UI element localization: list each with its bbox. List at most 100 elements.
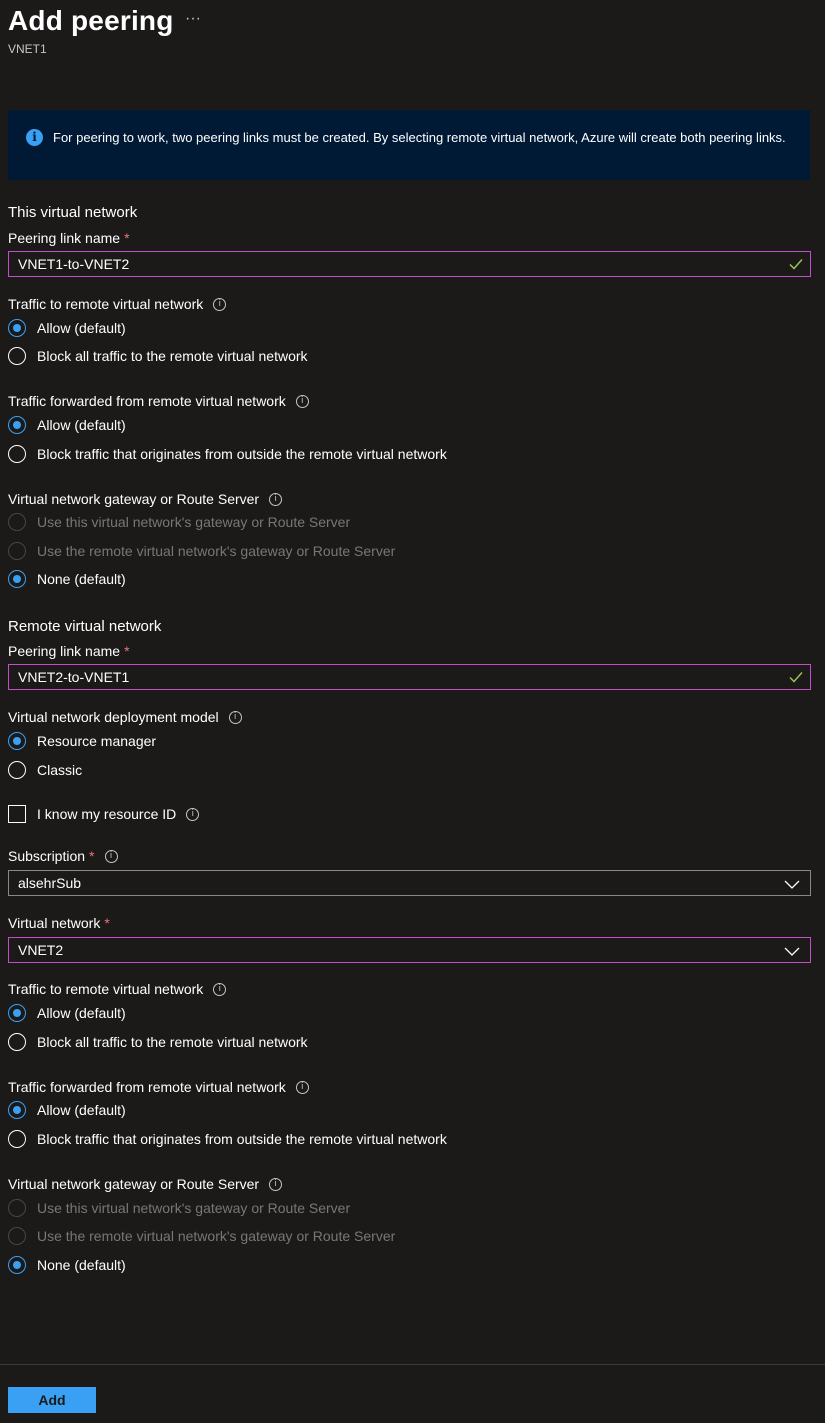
radio-label: Block all traffic to the remote virtual … [37, 1034, 308, 1050]
radio-disabled-icon [8, 1199, 26, 1217]
vnet-label: Virtual network * [8, 915, 110, 931]
subscription-label-text: Subscription [8, 848, 86, 864]
info-tooltip-icon[interactable]: i [228, 710, 242, 724]
checkmark-icon [789, 670, 803, 689]
section-heading-local: This virtual network [8, 204, 138, 221]
vnet-label-text: Virtual network [8, 915, 101, 931]
required-marker: * [104, 915, 110, 931]
remote-traffic-label: Traffic to remote virtual network i [8, 981, 227, 997]
local-gateway-label-text: Virtual network gateway or Route Server [8, 491, 260, 507]
info-text: For peering to work, two peering links m… [53, 130, 786, 145]
remote-forwarded-allow-radio[interactable]: Allow (default) [8, 1099, 126, 1121]
remote-model-classic-radio[interactable]: Classic [8, 759, 82, 781]
radio-label: Use the remote virtual network's gateway… [37, 1228, 396, 1244]
local-peering-value: VNET1-to-VNET2 [18, 256, 130, 272]
remote-traffic-allow-radio[interactable]: Allow (default) [8, 1002, 126, 1024]
vnet-dropdown[interactable]: VNET2 [8, 937, 811, 963]
local-peering-label-text: Peering link name [8, 230, 121, 246]
radio-label: None (default) [37, 571, 126, 587]
radio-label: None (default) [37, 1257, 126, 1273]
radio-label: Allow (default) [37, 320, 126, 336]
radio-label: Allow (default) [37, 417, 126, 433]
local-traffic-label-text: Traffic to remote virtual network [8, 296, 204, 312]
radio-label: Allow (default) [37, 1102, 126, 1118]
radio-selected-icon[interactable] [8, 1101, 26, 1119]
subscription-dropdown[interactable]: alsehrSub [8, 870, 811, 896]
radio-selected-icon[interactable] [8, 732, 26, 750]
footer-divider [0, 1364, 825, 1365]
remote-peering-input[interactable]: VNET2-to-VNET1 [8, 664, 811, 690]
local-peering-input[interactable]: VNET1-to-VNET2 [8, 251, 811, 277]
remote-gateway-label: Virtual network gateway or Route Server i [8, 1176, 283, 1192]
vnet-value: VNET2 [18, 942, 64, 958]
remote-model-label-text: Virtual network deployment model [8, 709, 219, 725]
page-subtitle: VNET1 [8, 42, 47, 56]
local-gateway-label: Virtual network gateway or Route Server i [8, 491, 283, 507]
chevron-down-icon[interactable] [784, 877, 800, 895]
radio-unselected-icon[interactable] [8, 445, 26, 463]
radio-disabled-icon [8, 513, 26, 531]
radio-label: Classic [37, 762, 83, 778]
local-forwarded-block-radio[interactable]: Block traffic that originates from outsi… [8, 443, 447, 465]
radio-selected-icon[interactable] [8, 1256, 26, 1274]
radio-selected-icon[interactable] [8, 1004, 26, 1022]
local-gateway-use-remote-radio: Use the remote virtual network's gateway… [8, 540, 395, 562]
page-title: Add peering [8, 5, 174, 36]
info-tooltip-icon[interactable]: i [295, 394, 309, 408]
local-gateway-none-radio[interactable]: None (default) [8, 568, 126, 590]
info-tooltip-icon[interactable]: i [269, 1177, 283, 1191]
info-tooltip-icon[interactable]: i [213, 982, 227, 996]
required-marker: * [89, 848, 95, 864]
remote-gateway-use-remote-radio: Use the remote virtual network's gateway… [8, 1225, 395, 1247]
remote-traffic-block-radio[interactable]: Block all traffic to the remote virtual … [8, 1031, 308, 1053]
subscription-value: alsehrSub [18, 875, 82, 891]
radio-disabled-icon [8, 542, 26, 560]
info-tooltip-icon[interactable]: i [104, 849, 118, 863]
checkbox-icon[interactable] [8, 805, 26, 823]
required-marker: * [124, 230, 130, 246]
info-tooltip-icon[interactable]: i [295, 1080, 309, 1094]
radio-unselected-icon[interactable] [8, 347, 26, 365]
ellipsis-icon[interactable]: ··· [185, 10, 201, 28]
radio-label: Allow (default) [37, 1005, 126, 1021]
remote-peering-label: Peering link name * [8, 643, 130, 659]
radio-unselected-icon[interactable] [8, 1130, 26, 1148]
resource-id-checkbox[interactable]: I know my resource ID i [8, 803, 200, 825]
info-tooltip-icon[interactable]: i [186, 807, 200, 821]
radio-label: Block traffic that originates from outsi… [37, 1131, 447, 1147]
required-marker: * [124, 643, 130, 659]
radio-selected-icon[interactable] [8, 416, 26, 434]
radio-label: Use this virtual network's gateway or Ro… [37, 1200, 351, 1216]
remote-peering-value: VNET2-to-VNET1 [18, 669, 130, 685]
local-forwarded-allow-radio[interactable]: Allow (default) [8, 414, 126, 436]
chevron-down-icon[interactable] [784, 944, 800, 962]
remote-forwarded-label-text: Traffic forwarded from remote virtual ne… [8, 1079, 286, 1095]
remote-forwarded-label: Traffic forwarded from remote virtual ne… [8, 1079, 309, 1095]
info-icon: i [26, 129, 43, 146]
remote-model-label: Virtual network deployment model i [8, 709, 242, 725]
remote-peering-label-text: Peering link name [8, 643, 121, 659]
local-traffic-label: Traffic to remote virtual network i [8, 296, 227, 312]
radio-unselected-icon[interactable] [8, 761, 26, 779]
radio-label: Use this virtual network's gateway or Ro… [37, 514, 351, 530]
radio-unselected-icon[interactable] [8, 1033, 26, 1051]
radio-selected-icon[interactable] [8, 570, 26, 588]
subscription-label: Subscription * i [8, 848, 118, 864]
radio-disabled-icon [8, 1227, 26, 1245]
local-peering-label: Peering link name * [8, 230, 130, 246]
local-traffic-allow-radio[interactable]: Allow (default) [8, 317, 126, 339]
info-tooltip-icon[interactable]: i [213, 297, 227, 311]
local-forwarded-label-text: Traffic forwarded from remote virtual ne… [8, 393, 286, 409]
remote-gateway-use-this-radio: Use this virtual network's gateway or Ro… [8, 1197, 350, 1219]
add-button[interactable]: Add [8, 1387, 96, 1413]
radio-label: Use the remote virtual network's gateway… [37, 543, 396, 559]
remote-model-rm-radio[interactable]: Resource manager [8, 730, 156, 752]
local-gateway-use-this-radio: Use this virtual network's gateway or Ro… [8, 511, 350, 533]
local-traffic-block-radio[interactable]: Block all traffic to the remote virtual … [8, 345, 308, 367]
remote-forwarded-block-radio[interactable]: Block traffic that originates from outsi… [8, 1128, 447, 1150]
remote-gateway-none-radio[interactable]: None (default) [8, 1254, 126, 1276]
radio-label: Block all traffic to the remote virtual … [37, 348, 308, 364]
radio-selected-icon[interactable] [8, 319, 26, 337]
checkmark-icon [789, 257, 803, 276]
info-tooltip-icon[interactable]: i [269, 492, 283, 506]
